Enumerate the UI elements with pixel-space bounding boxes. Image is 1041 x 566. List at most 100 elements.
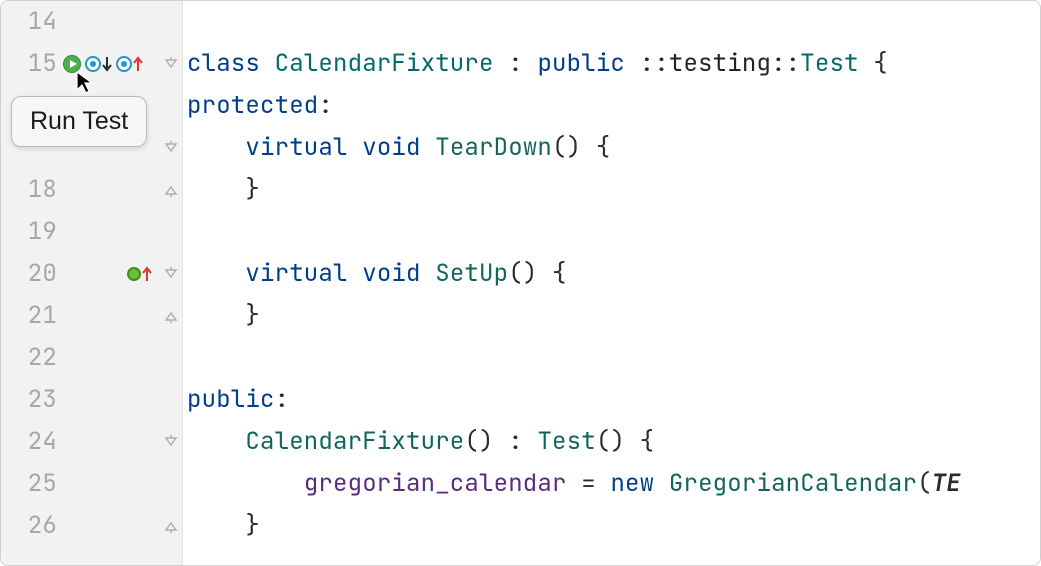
token: (: [917, 463, 932, 505]
run-test-icon[interactable]: [63, 55, 81, 73]
code-line[interactable]: public:: [183, 379, 1040, 421]
token: virtual: [245, 127, 347, 169]
token: [537, 253, 552, 295]
token: void: [362, 253, 420, 295]
token: CalendarFixture: [245, 421, 464, 463]
token: :: [275, 379, 290, 421]
token: [187, 253, 245, 295]
token: [187, 505, 245, 547]
fold-open-icon[interactable]: [160, 253, 182, 295]
gutter-row: 18: [1, 169, 182, 211]
token: public: [537, 43, 625, 85]
token: TearDown: [435, 127, 552, 169]
override-down-icon[interactable]: [85, 56, 112, 72]
token: (): [596, 421, 625, 463]
gutter-row: 24: [1, 421, 182, 463]
code-line[interactable]: class CalendarFixture : public ::testing…: [183, 43, 1040, 85]
token: void: [362, 127, 420, 169]
code-line[interactable]: virtual void TearDown() {: [183, 127, 1040, 169]
line-number: 20: [1, 253, 57, 295]
token: Test: [537, 421, 595, 463]
code-line[interactable]: }: [183, 295, 1040, 337]
token: [625, 43, 640, 85]
token: (): [464, 421, 493, 463]
code-line[interactable]: }: [183, 169, 1040, 211]
token: [859, 43, 874, 85]
gutter-row: 21: [1, 295, 182, 337]
token: public: [187, 379, 275, 421]
override-up-icon[interactable]: [116, 56, 143, 72]
token: [421, 253, 436, 295]
line-number: 19: [1, 211, 57, 253]
token: =: [581, 463, 596, 505]
gutter-icons: [63, 379, 182, 421]
token: ::: [771, 43, 800, 85]
line-number: 21: [1, 295, 57, 337]
fold-close-icon[interactable]: [160, 295, 182, 337]
token: (): [552, 127, 581, 169]
gutter-row: 20: [1, 253, 182, 295]
token: [187, 169, 245, 211]
token: }: [245, 505, 260, 547]
fold-open-icon[interactable]: [160, 43, 182, 85]
gutter-icons: [63, 463, 182, 505]
gutter-row: 22: [1, 337, 182, 379]
gutter-icons: [63, 337, 182, 379]
line-number: 14: [1, 1, 57, 43]
gutter-row: 15: [1, 43, 182, 85]
token: [260, 43, 275, 85]
code-line[interactable]: [183, 337, 1040, 379]
gutter-row: 23: [1, 379, 182, 421]
code-line[interactable]: virtual void SetUp() {: [183, 253, 1040, 295]
token: }: [245, 295, 260, 337]
token: [348, 253, 363, 295]
token: SetUp: [435, 253, 508, 295]
token: GregorianCalendar: [669, 463, 917, 505]
token: [523, 43, 538, 85]
code-line[interactable]: }: [183, 505, 1040, 547]
gutter-row: 14: [1, 1, 182, 43]
token: protected: [187, 85, 318, 127]
token: :: [508, 43, 523, 85]
line-number: 18: [1, 169, 57, 211]
token: Test: [800, 43, 858, 85]
line-number: 23: [1, 379, 57, 421]
token: (): [508, 253, 537, 295]
code-line[interactable]: [183, 211, 1040, 253]
gutter-icons: [63, 1, 182, 43]
token: [348, 127, 363, 169]
code-line[interactable]: CalendarFixture() : Test() {: [183, 421, 1040, 463]
token: [625, 421, 640, 463]
token: [596, 463, 611, 505]
code-line[interactable]: protected:: [183, 85, 1040, 127]
line-number: 15: [1, 43, 57, 85]
code-line[interactable]: [183, 1, 1040, 43]
fold-open-icon[interactable]: [160, 127, 182, 169]
token: [187, 295, 245, 337]
token: class: [187, 43, 260, 85]
token: testing: [669, 43, 771, 85]
line-number: 26: [1, 505, 57, 547]
gutter-row: 26: [1, 505, 182, 547]
token: [494, 43, 509, 85]
token: ::: [640, 43, 669, 85]
token: {: [552, 253, 567, 295]
gutter-row: 25: [1, 463, 182, 505]
line-number: 22: [1, 337, 57, 379]
token: [187, 421, 245, 463]
fold-close-icon[interactable]: [160, 505, 182, 547]
gutter: 1415 18 1920 21 222324 2526: [1, 1, 183, 565]
token: {: [640, 421, 655, 463]
token: [494, 421, 509, 463]
fold-open-icon[interactable]: [160, 421, 182, 463]
code-editor[interactable]: 1415 18 1920 21 222324 2526: [0, 0, 1041, 566]
token: [523, 421, 538, 463]
token: [581, 127, 596, 169]
token: CalendarFixture: [275, 43, 494, 85]
token: {: [873, 43, 888, 85]
code-line[interactable]: gregorian_calendar = new GregorianCalend…: [183, 463, 1040, 505]
implements-up-icon[interactable]: [127, 266, 152, 282]
code-area[interactable]: class CalendarFixture : public ::testing…: [183, 1, 1040, 565]
token: }: [245, 169, 260, 211]
fold-close-icon[interactable]: [160, 169, 182, 211]
